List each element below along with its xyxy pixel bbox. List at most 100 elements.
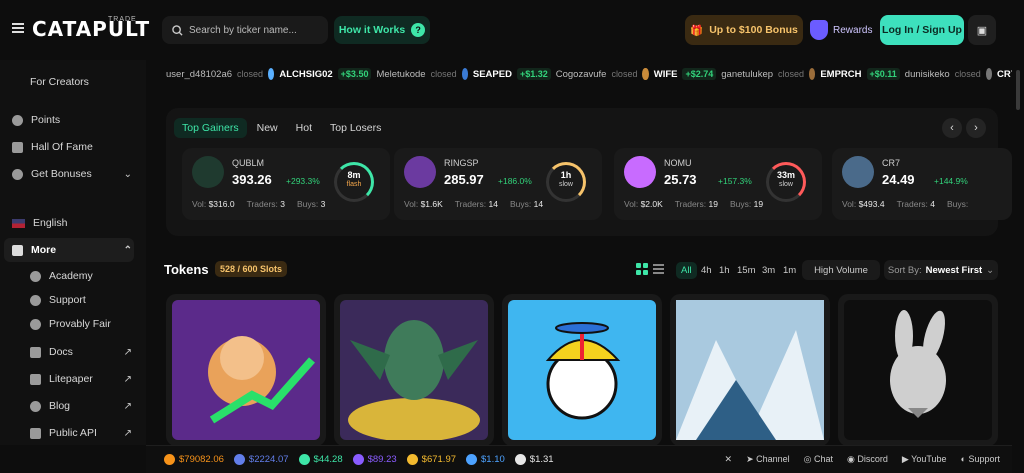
ticker-user[interactable]: Cogozavufe <box>556 69 607 80</box>
sidebar-item-support[interactable]: Support <box>30 294 86 306</box>
stat-vol: Vol: $493.4 <box>842 199 885 209</box>
sidebar-item-points[interactable]: Points <box>12 114 60 126</box>
footer-link-chat[interactable]: ◎ Chat <box>804 454 833 465</box>
price-item: $2224.07 <box>233 454 289 465</box>
search-input[interactable] <box>189 24 319 36</box>
sidebar-item-get-bonuses[interactable]: Get Bonuses ⌄ <box>12 168 132 180</box>
price-item: $79082.06 <box>164 454 224 465</box>
speed-label: slow <box>778 181 793 188</box>
market-tabs: Top Gainers New Hot Top Losers <box>174 118 389 138</box>
price-item: $89.23 <box>352 454 397 465</box>
gainer-card[interactable]: NOMU 25.73 +157.3% 33m slow Vol: $2.0K Traders… <box>614 148 822 220</box>
list-view-icon[interactable] <box>653 264 664 274</box>
stat-label: Traders: <box>674 199 707 209</box>
token-card[interactable] <box>166 294 326 446</box>
token-card[interactable] <box>670 294 830 446</box>
stat-value: 3 <box>320 199 326 209</box>
send-icon: ➤ <box>746 454 757 464</box>
token-name: QUBLM <box>232 158 265 168</box>
price-value: $2224.07 <box>248 454 289 465</box>
ticker-user[interactable]: user_d48102a6 <box>166 69 232 80</box>
sort-dropdown[interactable]: Sort By: Newest First ⌄ <box>884 260 998 280</box>
ticker-token[interactable]: ALCHSIG02 <box>279 69 332 80</box>
ticker-token[interactable]: EMPRCH <box>820 69 861 80</box>
gainer-card[interactable]: CR7 24.49 +144.9% Vol: $493.4 Traders: 4 Buys… <box>832 148 1012 220</box>
gift-icon: 🎁 <box>690 24 704 37</box>
ticker-gain: +$2.74 <box>682 68 717 80</box>
ticker-token[interactable]: WIFE <box>654 69 678 80</box>
sidebar-item-more[interactable]: More ⌃ <box>12 244 132 256</box>
ticker-user[interactable]: ganetulukep <box>721 69 773 80</box>
token-card[interactable] <box>334 294 494 446</box>
token-gain: +293.3% <box>286 176 320 186</box>
token-card[interactable] <box>502 294 662 446</box>
hamburger-menu-icon[interactable] <box>12 23 24 33</box>
scrollbar[interactable] <box>1012 60 1024 473</box>
sidebar-item-public-api[interactable]: Public API ↗ <box>30 427 132 439</box>
sidebar-item-label: English <box>33 217 68 229</box>
ticker-user[interactable]: Meletukode <box>376 69 425 80</box>
price-value: $1.31 <box>529 454 554 465</box>
tab-top-gainers[interactable]: Top Gainers <box>174 118 247 138</box>
stat-value: 3 <box>280 199 286 209</box>
bonus-button[interactable]: 🎁 Up to $100 Bonus <box>685 15 803 45</box>
price-item: $1.10 <box>466 454 505 465</box>
login-signup-button[interactable]: Log In / Sign Up <box>880 15 964 45</box>
sidebar-item-hall-of-fame[interactable]: Hall Of Fame <box>12 141 93 153</box>
tab-top-losers[interactable]: Top Losers <box>322 118 389 138</box>
sidebar-item-provably-fair[interactable]: Provably Fair <box>30 318 111 330</box>
tab-hot[interactable]: Hot <box>288 118 320 138</box>
ticker-token[interactable]: SEAPED <box>473 69 512 80</box>
token-image <box>340 300 488 442</box>
sidebar-item-language[interactable]: English <box>12 217 67 229</box>
ticker-user[interactable]: dunisikeko <box>905 69 950 80</box>
telegram-icon: ◎ <box>803 454 814 464</box>
stat-label: Vol: <box>404 199 419 209</box>
sidebar-item-for-creators[interactable]: For Creators <box>30 76 89 88</box>
how-it-works-button[interactable]: How it Works? <box>334 16 430 44</box>
x-icon[interactable]: ✕ <box>725 454 733 465</box>
graduation-cap-icon <box>30 270 41 282</box>
timeframe-All[interactable]: All <box>676 262 697 279</box>
footer-link-support[interactable]: ◐ Support <box>961 454 1000 465</box>
price-value: $89.23 <box>367 454 397 465</box>
timeframe-3m[interactable]: 3m <box>757 262 780 279</box>
sidebar-item-label: Points <box>31 114 61 126</box>
coin-icon <box>352 454 364 465</box>
footer-link-channel[interactable]: ➤ Channel <box>746 454 790 465</box>
chat-icon[interactable]: ▣ <box>968 15 996 45</box>
sidebar-item-label: Support <box>49 294 86 306</box>
token-card[interactable] <box>838 294 998 446</box>
tab-new[interactable]: New <box>249 118 286 138</box>
rewards-button[interactable]: Rewards <box>810 15 876 45</box>
token-price: 24.49 <box>882 172 915 187</box>
stat-label: Buys: <box>297 199 319 209</box>
points-icon <box>12 114 23 126</box>
price-value: $1.10 <box>481 454 505 465</box>
footer-link-label: Support <box>968 454 1000 464</box>
sidebar-item-label: Public API <box>49 427 97 439</box>
sidebar-item-label: Hall Of Fame <box>31 141 93 153</box>
gainer-card[interactable]: RINGSP 285.97 +186.0% 1h slow Vol: $1.6K Trade… <box>394 148 602 220</box>
tokens-title: Tokens <box>164 262 209 277</box>
token-coin-icon <box>985 68 992 80</box>
footer-link-youtube[interactable]: ▶ YouTube <box>902 454 947 465</box>
next-arrow-icon[interactable]: › <box>966 118 986 138</box>
gainer-card[interactable]: QUBLM 393.26 +293.3% 8m flash Vol: $316.0 Trad… <box>182 148 390 220</box>
token-avatar <box>624 156 656 188</box>
trade-ticker: user_d48102a6 closed ALCHSIG02 +$3.50 Meletu… <box>166 66 1016 82</box>
stat-value: 4 <box>930 199 936 209</box>
footer-link-discord[interactable]: ◉ Discord <box>847 454 888 465</box>
sidebar-item-litepaper[interactable]: Litepaper ↗ <box>30 373 132 385</box>
high-volume-filter[interactable]: High Volume <box>802 260 880 280</box>
timeframe-1m[interactable]: 1m <box>778 262 801 279</box>
prev-arrow-icon[interactable]: ‹ <box>942 118 962 138</box>
sidebar-item-blog[interactable]: Blog ↗ <box>30 400 132 412</box>
token-image <box>676 300 824 440</box>
search-box[interactable] <box>162 16 328 44</box>
grid-view-icon[interactable] <box>636 263 648 275</box>
sidebar-item-docs[interactable]: Docs ↗ <box>30 346 132 358</box>
sidebar-item-academy[interactable]: Academy <box>30 270 93 282</box>
stat-label: Buys: <box>729 199 752 209</box>
sidebar-item-label: Academy <box>49 270 93 282</box>
